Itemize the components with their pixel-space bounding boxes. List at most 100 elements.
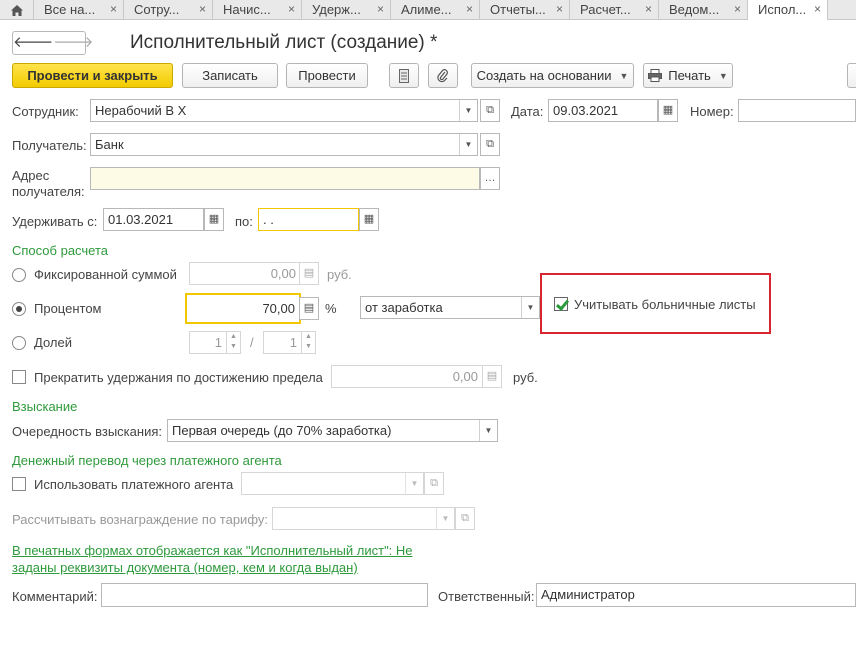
withhold-to-label: по: bbox=[235, 214, 253, 229]
fixed-sum-unit: руб. bbox=[327, 267, 352, 282]
date-label: Дата: bbox=[511, 104, 544, 119]
limit-calc-button[interactable]: ▤ bbox=[482, 365, 502, 388]
percent-field[interactable]: 70,00 bbox=[185, 293, 301, 324]
tab-home[interactable] bbox=[0, 0, 34, 20]
limit-field[interactable]: 0,00 bbox=[331, 365, 483, 388]
tab-9-active[interactable]: Испол... × bbox=[748, 0, 828, 20]
dropdown-arrow-icon[interactable]: ▼ bbox=[405, 473, 423, 494]
use-agent-checkbox[interactable] bbox=[12, 477, 26, 491]
spinner-arrows-icon[interactable]: ▲ ▼ bbox=[301, 332, 315, 353]
page-title: Исполнительный лист (создание) * bbox=[130, 32, 438, 53]
close-icon[interactable]: × bbox=[110, 0, 117, 19]
attach-file-button[interactable] bbox=[428, 63, 458, 88]
share-label: Долей bbox=[34, 335, 72, 350]
tab-3[interactable]: Начис... × bbox=[213, 0, 302, 20]
open-link-icon: ⧉ bbox=[430, 477, 438, 489]
agent-select[interactable]: ▼ bbox=[241, 472, 424, 495]
withhold-from-label: Удерживать с: bbox=[12, 214, 98, 229]
withhold-from-calendar-button[interactable]: ▦ bbox=[204, 208, 224, 231]
tab-1[interactable]: Все на... × bbox=[34, 0, 124, 20]
tab-8[interactable]: Ведом... × bbox=[659, 0, 748, 20]
percent-base-select[interactable]: от заработка ▼ bbox=[360, 296, 540, 319]
employee-field[interactable]: Нерабочий В Х ▼ bbox=[90, 99, 478, 122]
withhold-from-field[interactable]: 01.03.2021 bbox=[103, 208, 204, 231]
fixed-sum-calc-button[interactable]: ▤ bbox=[299, 262, 319, 285]
date-field[interactable]: 09.03.2021 bbox=[548, 99, 658, 122]
dropdown-arrow-icon: ▼ bbox=[718, 70, 728, 81]
share-separator: / bbox=[250, 335, 254, 350]
radio-percent[interactable] bbox=[12, 302, 26, 316]
calculator-icon: ▤ bbox=[303, 302, 315, 314]
calendar-icon: ▦ bbox=[662, 104, 674, 116]
print-form-link[interactable]: В печатных формах отображается как "Испо… bbox=[12, 542, 413, 576]
close-icon[interactable]: × bbox=[814, 0, 821, 19]
responsible-field[interactable]: Администратор bbox=[536, 583, 856, 607]
post-and-close-button[interactable]: Провести и закрыть bbox=[12, 63, 173, 88]
tab-5[interactable]: Алиме... × bbox=[391, 0, 480, 20]
dropdown-arrow-icon[interactable]: ▼ bbox=[479, 420, 497, 441]
withhold-to-field[interactable]: . . bbox=[258, 208, 359, 231]
save-button[interactable]: Записать bbox=[182, 63, 278, 88]
printer-icon bbox=[648, 69, 663, 82]
open-agent-button[interactable]: ⧉ bbox=[424, 472, 444, 495]
date-calendar-button[interactable]: ▦ bbox=[658, 99, 678, 122]
ellipsis-icon: … bbox=[484, 172, 496, 184]
use-agent-label: Использовать платежного агента bbox=[34, 477, 234, 492]
print-button[interactable]: Печать ▼ bbox=[643, 63, 733, 88]
fixed-sum-label: Фиксированной суммой bbox=[34, 267, 177, 282]
share-denominator-field[interactable]: 1 ▲ ▼ bbox=[263, 331, 316, 354]
create-based-on-button[interactable]: Создать на основании ▼ bbox=[471, 63, 634, 88]
dropdown-arrow-icon[interactable]: ▼ bbox=[521, 297, 539, 318]
percent-calc-button[interactable]: ▤ bbox=[299, 297, 319, 320]
close-icon[interactable]: × bbox=[556, 0, 563, 19]
forward-arrow-icon[interactable]: 🡒 bbox=[53, 32, 93, 54]
share-numerator-field[interactable]: 1 ▲ ▼ bbox=[189, 331, 241, 354]
radio-share[interactable] bbox=[12, 336, 26, 350]
open-link-icon: ⧉ bbox=[461, 512, 469, 524]
recipient-address-label-line2: получателя: bbox=[12, 184, 85, 199]
close-icon[interactable]: × bbox=[466, 0, 473, 19]
dropdown-arrow-icon[interactable]: ▼ bbox=[436, 508, 454, 529]
tab-6[interactable]: Отчеты... × bbox=[480, 0, 570, 20]
calendar-icon: ▦ bbox=[363, 213, 375, 225]
number-field[interactable] bbox=[738, 99, 856, 122]
home-icon bbox=[10, 4, 23, 16]
close-icon[interactable]: × bbox=[288, 0, 295, 19]
dropdown-arrow-icon[interactable]: ▼ bbox=[459, 134, 477, 155]
fixed-sum-field[interactable]: 0,00 bbox=[189, 262, 301, 285]
comment-label: Комментарий: bbox=[12, 589, 98, 604]
fee-tariff-select[interactable]: ▼ bbox=[272, 507, 455, 530]
open-recipient-button[interactable]: ⧉ bbox=[480, 133, 500, 156]
dropdown-arrow-icon: ▼ bbox=[619, 70, 629, 81]
open-tariff-button[interactable]: ⧉ bbox=[455, 507, 475, 530]
responsible-label: Ответственный: bbox=[438, 589, 535, 604]
close-icon[interactable]: × bbox=[377, 0, 384, 19]
close-icon[interactable]: × bbox=[645, 0, 652, 19]
comment-field[interactable] bbox=[101, 583, 428, 607]
withhold-to-calendar-button[interactable]: ▦ bbox=[359, 208, 379, 231]
recipient-address-select-button[interactable]: … bbox=[480, 167, 500, 190]
dropdown-arrow-icon[interactable]: ▼ bbox=[459, 100, 477, 121]
recipient-field[interactable]: Банк ▼ bbox=[90, 133, 478, 156]
close-icon[interactable]: × bbox=[199, 0, 206, 19]
percent-unit: % bbox=[325, 301, 337, 316]
document-list-button[interactable] bbox=[389, 63, 419, 88]
limit-checkbox[interactable] bbox=[12, 370, 26, 384]
limit-unit: руб. bbox=[513, 370, 538, 385]
post-button[interactable]: Провести bbox=[286, 63, 368, 88]
priority-select[interactable]: Первая очередь (до 70% заработка) ▼ bbox=[167, 419, 498, 442]
percent-label: Процентом bbox=[34, 301, 102, 316]
tab-2[interactable]: Сотру... × bbox=[124, 0, 213, 20]
sick-leave-checkbox[interactable] bbox=[554, 297, 568, 311]
employee-label: Сотрудник: bbox=[12, 104, 79, 119]
back-arrow-icon[interactable]: 🡐 bbox=[13, 32, 53, 54]
radio-fixed-sum[interactable] bbox=[12, 268, 26, 282]
open-employee-button[interactable]: ⧉ bbox=[480, 99, 500, 122]
tab-7[interactable]: Расчет... × bbox=[570, 0, 659, 20]
tab-4[interactable]: Удерж... × bbox=[302, 0, 391, 20]
spinner-arrows-icon[interactable]: ▲ ▼ bbox=[226, 332, 240, 353]
close-icon[interactable]: × bbox=[734, 0, 741, 19]
more-actions-button[interactable] bbox=[847, 63, 856, 88]
paperclip-icon bbox=[437, 68, 448, 82]
recipient-address-field[interactable] bbox=[90, 167, 480, 190]
